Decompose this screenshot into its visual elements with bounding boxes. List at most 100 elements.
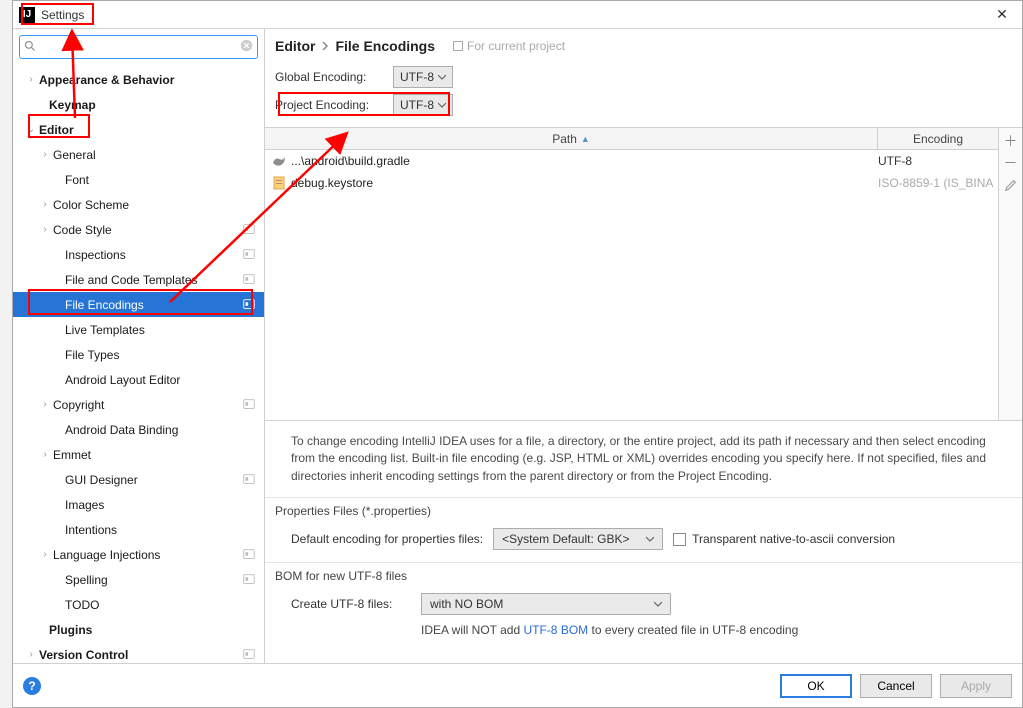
sidebar-item-color-scheme[interactable]: ›Color Scheme [13,192,264,217]
project-encoding-row: Project Encoding: UTF-8 [275,91,1012,119]
sidebar-item-images[interactable]: Images [13,492,264,517]
sidebar-item-intentions[interactable]: Intentions [13,517,264,542]
settings-tree[interactable]: ›Appearance & BehaviorKeymap⌄Editor›Gene… [13,65,264,663]
chevron-down-icon [646,535,654,543]
col-path[interactable]: Path ▲ [265,128,878,149]
table-row[interactable]: debug.keystoreISO-8859-1 (IS_BINA [265,172,998,194]
breadcrumb: Editor File Encodings For current projec… [265,29,1022,63]
sidebar-item-label: Font [65,173,264,187]
global-encoding-combobox[interactable]: UTF-8 [393,66,453,88]
utf8-bom-link[interactable]: UTF-8 BOM [523,623,588,637]
project-encoding-combobox[interactable]: UTF-8 [393,94,453,116]
remove-row-icon[interactable]: － [1002,154,1020,172]
ok-button[interactable]: OK [780,674,852,698]
sort-asc-icon: ▲ [581,134,590,144]
chevron-right-icon: › [37,149,53,160]
help-icon[interactable]: ? [23,677,41,695]
transparent-checkbox[interactable]: Transparent native-to-ascii conversion [673,532,895,546]
chevron-right-icon: › [37,199,53,210]
footer: ? OK Cancel Apply [13,663,1022,707]
sidebar-item-label: Appearance & Behavior [39,73,264,87]
properties-default-combobox[interactable]: <System Default: GBK> [493,528,663,550]
sidebar-item-label: Color Scheme [53,198,264,212]
sidebar-item-label: File Encodings [65,298,242,312]
sidebar-item-inspections[interactable]: Inspections [13,242,264,267]
breadcrumb-editor[interactable]: Editor [275,38,315,54]
sidebar-item-label: Spelling [65,573,242,587]
search-field[interactable] [19,35,258,59]
sidebar-item-code-style[interactable]: ›Code Style [13,217,264,242]
sidebar-item-file-encodings[interactable]: File Encodings [13,292,264,317]
sidebar-item-label: Live Templates [65,323,264,337]
apply-button[interactable]: Apply [940,674,1012,698]
search-icon [24,40,36,55]
sidebar-item-language-injections[interactable]: ›Language Injections [13,542,264,567]
bom-note: IDEA will NOT add UTF-8 BOM to every cre… [421,623,996,637]
sidebar-item-spelling[interactable]: Spelling [13,567,264,592]
sidebar-item-label: File and Code Templates [65,273,242,287]
file-path: debug.keystore [291,176,373,190]
sidebar-item-android-layout-editor[interactable]: Android Layout Editor [13,367,264,392]
sidebar-item-version-control[interactable]: ›Version Control [13,642,264,663]
edit-row-icon[interactable] [1002,176,1020,194]
project-scope-icon [242,272,258,288]
file-encoding: UTF-8 [878,154,998,168]
add-row-icon[interactable]: ＋ [1002,132,1020,150]
properties-section-title: Properties Files (*.properties) [265,497,1022,522]
clear-search-icon[interactable] [240,39,253,55]
project-scope-icon [242,247,258,263]
sidebar-item-general[interactable]: ›General [13,142,264,167]
settings-window: IJ Settings ✕ ›Appearance & BehaviorKeym… [12,0,1023,708]
sidebar-item-plugins[interactable]: Plugins [13,617,264,642]
sidebar-item-todo[interactable]: TODO [13,592,264,617]
sidebar-item-gui-designer[interactable]: GUI Designer [13,467,264,492]
project-scope-icon [242,572,258,588]
sidebar-item-keymap[interactable]: Keymap [13,92,264,117]
sidebar-item-label: Copyright [53,398,242,412]
project-scope-icon [242,222,258,238]
sidebar-item-font[interactable]: Font [13,167,264,192]
global-encoding-row: Global Encoding: UTF-8 [275,63,1012,91]
window-title: Settings [41,8,84,22]
sidebar-item-android-data-binding[interactable]: Android Data Binding [13,417,264,442]
cancel-button[interactable]: Cancel [860,674,932,698]
project-scope-icon [242,297,258,313]
sidebar-item-label: GUI Designer [65,473,242,487]
sidebar-item-label: Code Style [53,223,242,237]
table-body: ...\android\build.gradleUTF-8debug.keyst… [265,150,998,420]
sidebar-item-label: Version Control [39,648,242,662]
chevron-down-icon [438,73,446,81]
sidebar-item-label: Android Layout Editor [65,373,264,387]
bom-create-row: Create UTF-8 files: with NO BOM [291,591,996,617]
chevron-right-icon: › [37,549,53,560]
col-encoding[interactable]: Encoding [878,128,998,149]
sidebar-item-file-and-code-templates[interactable]: File and Code Templates [13,267,264,292]
sidebar-item-file-types[interactable]: File Types [13,342,264,367]
global-encoding-label: Global Encoding: [275,70,385,84]
chevron-right-icon [321,42,329,50]
sidebar-item-label: General [53,148,264,162]
search-input[interactable] [20,37,257,57]
sidebar-item-label: Editor [39,123,264,137]
chevron-down-icon [654,600,662,608]
sidebar-item-editor[interactable]: ⌄Editor [13,117,264,142]
sidebar-item-appearance-behavior[interactable]: ›Appearance & Behavior [13,67,264,92]
sidebar-item-copyright[interactable]: ›Copyright [13,392,264,417]
bom-create-combobox[interactable]: with NO BOM [421,593,671,615]
sidebar-item-live-templates[interactable]: Live Templates [13,317,264,342]
titlebar: IJ Settings ✕ [13,1,1022,29]
encoding-help-text: To change encoding IntelliJ IDEA uses fo… [265,421,1022,497]
sidebar-item-emmet[interactable]: ›Emmet [13,442,264,467]
content: Editor File Encodings For current projec… [265,29,1022,663]
chevron-right-icon: › [37,224,53,235]
current-project-note: For current project [453,39,565,53]
sidebar-item-label: Android Data Binding [65,423,264,437]
sidebar-item-label: Intentions [65,523,264,537]
table-row[interactable]: ...\android\build.gradleUTF-8 [265,150,998,172]
sidebar: ›Appearance & BehaviorKeymap⌄Editor›Gene… [13,29,265,663]
table-tools: ＋ － [998,128,1022,420]
sidebar-item-label: Keymap [49,98,264,112]
project-scope-icon [242,472,258,488]
close-icon[interactable]: ✕ [988,1,1016,29]
chevron-right-icon: › [23,74,39,85]
